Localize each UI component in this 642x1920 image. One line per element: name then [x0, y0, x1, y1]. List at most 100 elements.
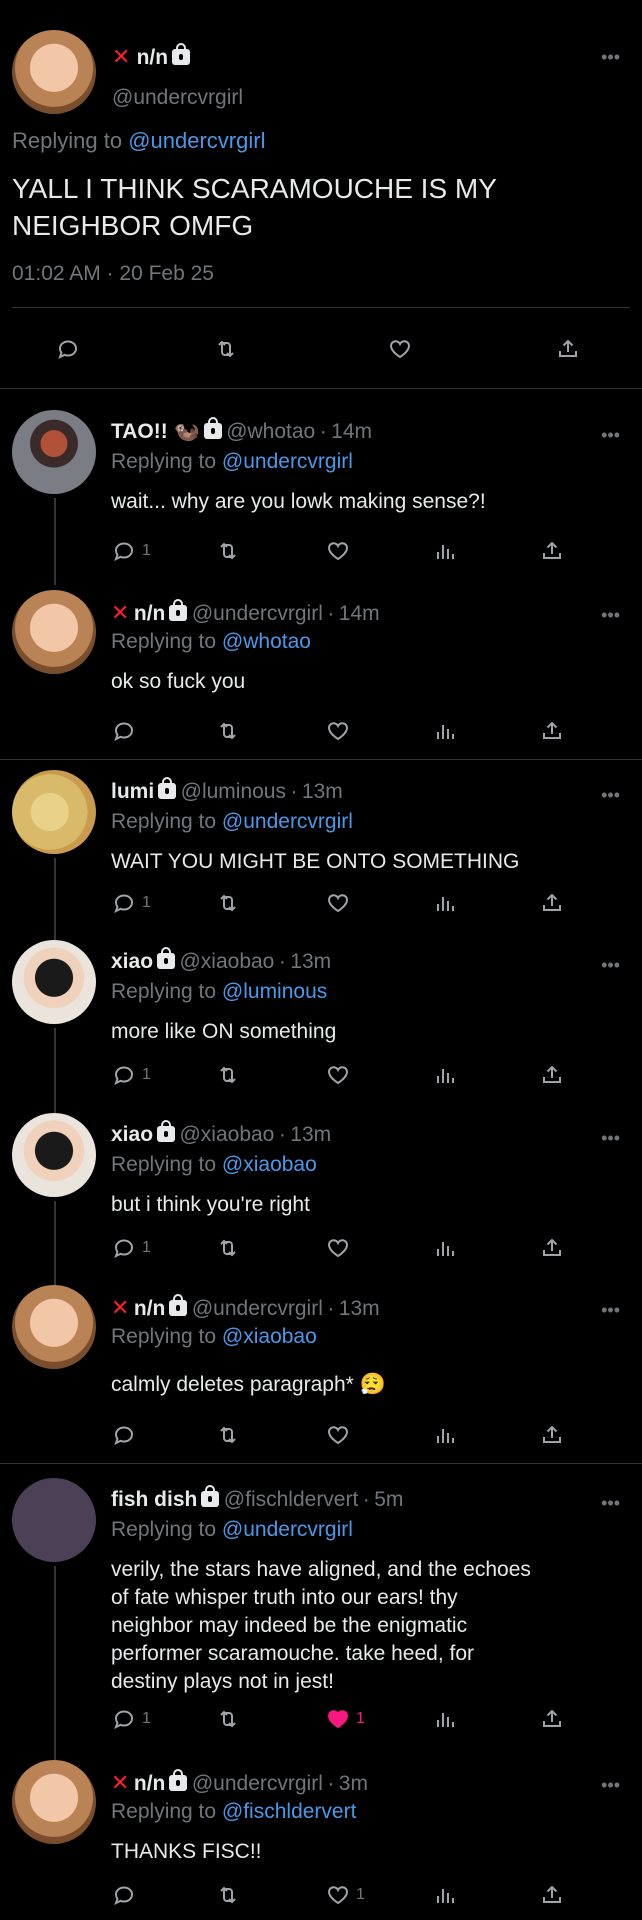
more-icon[interactable]: ••• — [598, 1494, 620, 1512]
replying-to-link[interactable]: @undercvrgirl — [222, 810, 353, 833]
avatar[interactable] — [12, 590, 96, 674]
time-ago[interactable]: 13m — [290, 1123, 331, 1146]
retweet-button[interactable] — [216, 1880, 240, 1910]
time-ago[interactable]: 3m — [339, 1772, 368, 1795]
time-ago[interactable]: 13m — [290, 950, 331, 973]
author-handle[interactable]: @undercvrgirl — [192, 1297, 323, 1320]
avatar[interactable] — [12, 1760, 96, 1844]
replying-to-link[interactable]: @undercvrgirl — [222, 450, 353, 473]
avatar[interactable] — [12, 1478, 96, 1562]
more-icon[interactable]: ••• — [598, 426, 620, 444]
author-handle[interactable]: @whotao — [226, 420, 315, 443]
author-handle[interactable]: @xiaobao — [179, 950, 274, 973]
reply-button[interactable]: 1 — [112, 536, 151, 566]
like-button[interactable] — [326, 888, 356, 918]
views-button[interactable] — [433, 716, 457, 746]
retweet-button[interactable] — [216, 536, 240, 566]
reply-button[interactable]: 1 — [112, 888, 151, 918]
more-icon[interactable]: ••• — [598, 956, 620, 974]
replying-to-link[interactable]: @fischldervert — [222, 1800, 357, 1823]
author-name[interactable]: n/n — [134, 602, 166, 625]
retweet-button[interactable] — [216, 888, 240, 918]
time-ago[interactable]: 14m — [339, 602, 380, 625]
replying-to-link[interactable]: @whotao — [222, 630, 311, 653]
share-button[interactable] — [540, 1420, 564, 1450]
like-button[interactable]: 1 — [326, 1880, 365, 1910]
more-icon[interactable]: ••• — [598, 48, 620, 66]
views-button[interactable] — [433, 536, 457, 566]
share-button[interactable] — [540, 716, 564, 746]
views-button[interactable] — [433, 1704, 457, 1734]
retweet-button[interactable] — [216, 1233, 240, 1263]
replying-to-link[interactable]: @xiaobao — [222, 1325, 317, 1348]
like-button[interactable] — [326, 1420, 356, 1450]
retweet-button[interactable] — [216, 1420, 240, 1450]
author-name[interactable]: TAO!! 🦦 — [111, 420, 200, 443]
retweet-button[interactable] — [216, 1060, 240, 1090]
reply-text: verily, the stars have aligned, and the … — [111, 1556, 531, 1696]
retweet-button[interactable] — [214, 334, 238, 364]
time-ago[interactable]: 5m — [374, 1488, 403, 1511]
share-icon — [543, 1238, 561, 1256]
time-ago[interactable]: 14m — [331, 420, 372, 443]
author-name[interactable]: xiao — [111, 950, 153, 973]
share-button[interactable] — [540, 888, 564, 918]
retweet-button[interactable] — [216, 1704, 240, 1734]
views-button[interactable] — [433, 1880, 457, 1910]
views-button[interactable] — [433, 1420, 457, 1450]
author-handle[interactable]: @undercvrgirl — [112, 86, 243, 110]
reply-button[interactable]: 1 — [112, 1233, 151, 1263]
share-button[interactable] — [540, 1233, 564, 1263]
author-name[interactable]: n/n — [134, 1772, 166, 1795]
views-button[interactable] — [433, 1060, 457, 1090]
author-handle[interactable]: @xiaobao — [179, 1123, 274, 1146]
avatar[interactable] — [12, 1285, 96, 1369]
replying-to-link[interactable]: @xiaobao — [222, 1153, 317, 1176]
replying-to-link[interactable]: @undercvrgirl — [128, 128, 265, 153]
views-button[interactable] — [433, 1233, 457, 1263]
avatar[interactable] — [12, 410, 96, 494]
author-handle[interactable]: @fischldervert — [224, 1488, 359, 1511]
author-name[interactable]: n/n — [134, 1297, 166, 1320]
share-button[interactable] — [540, 1060, 564, 1090]
author-name[interactable]: xiao — [111, 1123, 153, 1146]
more-icon[interactable]: ••• — [598, 606, 620, 624]
like-button[interactable]: 1 — [326, 1704, 365, 1734]
author-name[interactable]: n/n — [137, 46, 169, 69]
like-button[interactable] — [326, 536, 356, 566]
avatar[interactable] — [12, 30, 96, 114]
time-ago[interactable]: 13m — [302, 780, 343, 803]
time-ago[interactable]: 13m — [339, 1297, 380, 1320]
author-name[interactable]: lumi — [111, 780, 154, 803]
replying-to-link[interactable]: @luminous — [222, 980, 327, 1003]
reply-button[interactable] — [112, 1880, 142, 1910]
retweet-button[interactable] — [216, 716, 240, 746]
views-button[interactable] — [433, 888, 457, 918]
replying-to-link[interactable]: @undercvrgirl — [222, 1518, 353, 1541]
like-button[interactable] — [388, 334, 412, 364]
share-button[interactable] — [556, 334, 580, 364]
more-icon[interactable]: ••• — [598, 786, 620, 804]
share-button[interactable] — [540, 536, 564, 566]
author-handle[interactable]: @luminous — [181, 780, 286, 803]
reply-button[interactable] — [56, 334, 80, 364]
reply-button[interactable]: 1 — [112, 1704, 151, 1734]
author-handle[interactable]: @undercvrgirl — [192, 602, 323, 625]
more-icon[interactable]: ••• — [598, 1301, 620, 1319]
more-icon[interactable]: ••• — [598, 1776, 620, 1794]
like-button[interactable] — [326, 1060, 356, 1090]
reply-button[interactable] — [112, 1420, 142, 1450]
reply-button[interactable]: 1 — [112, 1060, 151, 1090]
avatar[interactable] — [12, 940, 96, 1024]
reply-button[interactable] — [112, 716, 142, 746]
more-icon[interactable]: ••• — [598, 1129, 620, 1147]
author-name[interactable]: fish dish — [111, 1488, 197, 1511]
timestamp[interactable]: 01:02 AM · 20 Feb 25 — [12, 262, 214, 286]
share-button[interactable] — [540, 1880, 564, 1910]
avatar[interactable] — [12, 770, 96, 854]
like-button[interactable] — [326, 716, 356, 746]
share-button[interactable] — [540, 1704, 564, 1734]
like-button[interactable] — [326, 1233, 356, 1263]
avatar[interactable] — [12, 1113, 96, 1197]
author-handle[interactable]: @undercvrgirl — [192, 1772, 323, 1795]
